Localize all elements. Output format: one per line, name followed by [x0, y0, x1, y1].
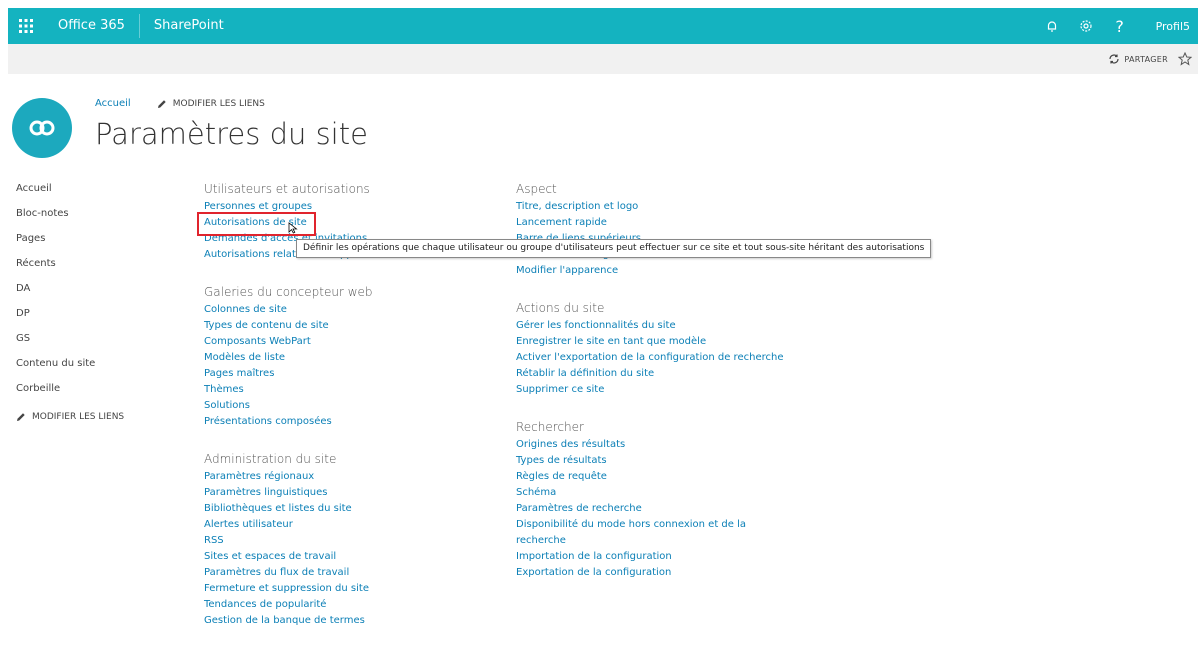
link-result-sources[interactable]: Origines des résultats [516, 437, 786, 453]
link-rss[interactable]: RSS [204, 533, 494, 549]
link-manage-features[interactable]: Gérer les fonctionnalités du site [516, 318, 786, 334]
section-search: Rechercher Origines des résultats Types … [516, 420, 786, 581]
link-language-settings[interactable]: Paramètres linguistiques [204, 485, 494, 501]
link-schema[interactable]: Schéma [516, 485, 786, 501]
command-bar: PARTAGER [8, 44, 1198, 74]
section-title: Actions du site [516, 301, 605, 315]
suite-actions: ? Profil5 [1030, 8, 1198, 44]
pencil-icon [157, 99, 166, 108]
site-logo[interactable] [12, 98, 72, 158]
pencil-icon [17, 413, 25, 421]
highlight-box [197, 212, 316, 236]
link-enable-search-export[interactable]: Activer l'exportation de la configuratio… [516, 350, 786, 366]
edit-links-top-button[interactable]: MODIFIER LES LIENS [157, 99, 265, 109]
link-quick-launch[interactable]: Lancement rapide [516, 215, 786, 231]
nav-item-dp[interactable]: DP [16, 307, 124, 332]
nav-item-gs[interactable]: GS [16, 332, 124, 357]
link-web-parts[interactable]: Composants WebPart [204, 334, 494, 350]
link-content-types[interactable]: Types de contenu de site [204, 318, 494, 334]
star-icon[interactable] [1178, 52, 1192, 66]
suite-bar: Office 365 SharePoint ? Profil5 [8, 8, 1198, 44]
section-title: Rechercher [516, 420, 584, 434]
cursor-icon [288, 222, 298, 234]
nav-item-recents[interactable]: Récents [16, 257, 124, 282]
link-composed-looks[interactable]: Présentations composées [204, 414, 494, 430]
section-site-administration: Administration du site Paramètres région… [204, 452, 494, 629]
nav-item-bloc-notes[interactable]: Bloc-notes [16, 207, 124, 232]
gear-icon[interactable] [1074, 8, 1098, 44]
office-365-link[interactable]: Office 365 [44, 8, 139, 44]
link-import-configuration[interactable]: Importation de la configuration [516, 549, 786, 565]
share-button[interactable]: PARTAGER [1108, 53, 1168, 65]
section-site-actions: Actions du site Gérer les fonctionnalité… [516, 301, 786, 398]
nav-item-contenu-du-site[interactable]: Contenu du site [16, 357, 124, 382]
profile-name[interactable]: Profil5 [1156, 20, 1190, 33]
share-icon [1109, 54, 1120, 64]
link-change-look[interactable]: Modifier l'apparence [516, 263, 786, 279]
link-search-settings[interactable]: Paramètres de recherche [516, 501, 786, 517]
section-title: Utilisateurs et autorisations [204, 182, 370, 196]
link-list-templates[interactable]: Modèles de liste [204, 350, 494, 366]
nav-item-da[interactable]: DA [16, 282, 124, 307]
link-offline-availability[interactable]: Disponibilité du mode hors connexion et … [516, 517, 786, 549]
bell-icon[interactable] [1040, 8, 1064, 44]
link-result-types[interactable]: Types de résultats [516, 453, 786, 469]
nav-item-pages[interactable]: Pages [16, 232, 124, 257]
page-title: Paramètres du site [95, 117, 368, 151]
edit-links-top-label: MODIFIER LES LIENS [172, 98, 265, 109]
link-site-columns[interactable]: Colonnes de site [204, 302, 494, 318]
link-regional-settings[interactable]: Paramètres régionaux [204, 469, 494, 485]
link-title-description-logo[interactable]: Titre, description et logo [516, 199, 786, 215]
nav-item-corbeille[interactable]: Corbeille [16, 382, 124, 407]
section-title: Administration du site [204, 452, 337, 466]
section-title: Galeries du concepteur web [204, 285, 373, 299]
link-user-alerts[interactable]: Alertes utilisateur [204, 517, 494, 533]
edit-links-left-label: MODIFIER LES LIENS [32, 412, 125, 422]
quick-launch: Accueil Bloc-notes Pages Récents DA DP G… [16, 182, 124, 422]
edit-links-left-button[interactable]: MODIFIER LES LIENS [16, 412, 124, 422]
link-solutions[interactable]: Solutions [204, 398, 494, 414]
link-delete-site[interactable]: Supprimer ce site [516, 382, 786, 398]
link-save-as-template[interactable]: Enregistrer le site en tant que modèle [516, 334, 786, 350]
link-sites-workspaces[interactable]: Sites et espaces de travail [204, 549, 494, 565]
section-title: Aspect [516, 182, 557, 196]
help-icon[interactable]: ? [1108, 8, 1132, 44]
link-export-configuration[interactable]: Exportation de la configuration [516, 565, 786, 581]
link-master-pages[interactable]: Pages maîtres [204, 366, 494, 382]
share-label: PARTAGER [1124, 54, 1168, 64]
waffle-icon[interactable] [8, 8, 44, 44]
breadcrumb-home-link[interactable]: Accueil [95, 98, 131, 109]
link-workflow-settings[interactable]: Paramètres du flux de travail [204, 565, 494, 581]
breadcrumb: Accueil MODIFIER LES LIENS [95, 98, 265, 109]
nav-item-accueil[interactable]: Accueil [16, 182, 124, 207]
link-site-libraries-lists[interactable]: Bibliothèques et listes du site [204, 501, 494, 517]
link-popularity-trends[interactable]: Tendances de popularité [204, 597, 494, 613]
link-themes[interactable]: Thèmes [204, 382, 494, 398]
link-site-closure[interactable]: Fermeture et suppression du site [204, 581, 494, 597]
link-reset-site-definition[interactable]: Rétablir la définition du site [516, 366, 786, 382]
section-web-designer-galleries: Galeries du concepteur web Colonnes de s… [204, 285, 494, 430]
sharepoint-link[interactable]: SharePoint [140, 8, 238, 44]
link-term-store[interactable]: Gestion de la banque de termes [204, 613, 494, 629]
section-look-and-feel: Aspect Titre, description et logo Lancem… [516, 182, 786, 279]
tooltip: Définir les opérations que chaque utilis… [296, 239, 932, 258]
link-query-rules[interactable]: Règles de requête [516, 469, 786, 485]
